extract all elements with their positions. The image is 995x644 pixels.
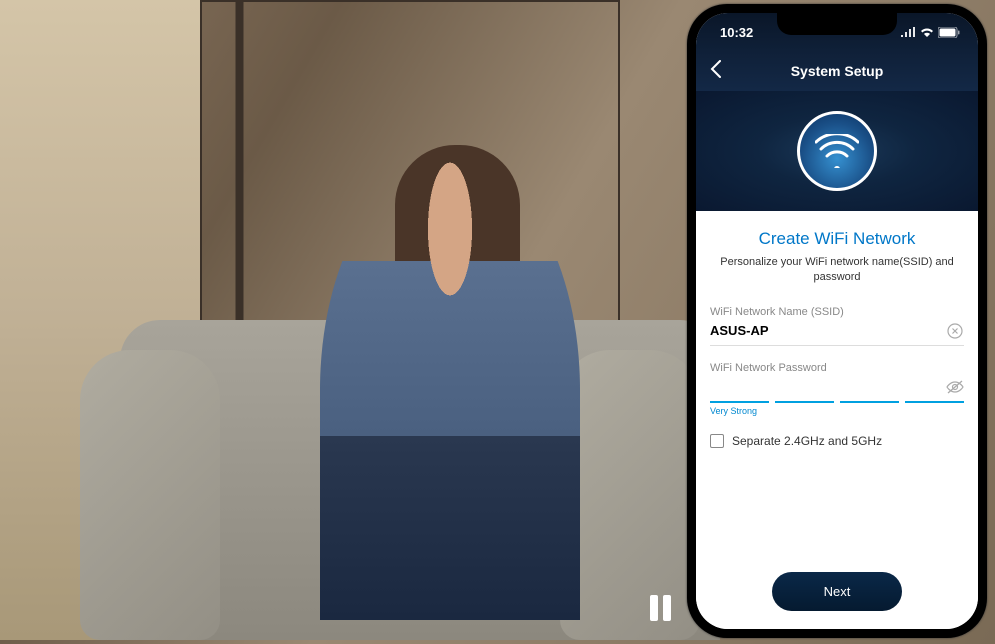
- toggle-password-visibility-button[interactable]: [946, 378, 964, 396]
- status-time: 10:32: [720, 25, 753, 40]
- signal-icon: [901, 27, 916, 37]
- pause-button[interactable]: [650, 595, 672, 621]
- form-title: Create WiFi Network: [710, 229, 964, 249]
- pause-icon: [663, 595, 671, 621]
- password-input-row[interactable]: [710, 378, 964, 401]
- password-input[interactable]: [710, 379, 946, 394]
- hero-banner: [696, 91, 978, 211]
- bg-person: [320, 160, 580, 620]
- bg-sofa-arm: [80, 350, 220, 640]
- password-strength-meter: [710, 401, 964, 403]
- wifi-status-icon: [920, 27, 934, 37]
- next-button[interactable]: Next: [772, 572, 902, 611]
- clear-input-button[interactable]: [946, 322, 964, 340]
- separate-bands-checkbox[interactable]: Separate 2.4GHz and 5GHz: [710, 434, 964, 448]
- battery-icon: [938, 27, 960, 38]
- ssid-input-row[interactable]: [710, 322, 964, 346]
- wifi-icon: [815, 134, 859, 168]
- form-content: Create WiFi Network Personalize your WiF…: [696, 211, 978, 629]
- checkbox-label: Separate 2.4GHz and 5GHz: [732, 434, 882, 448]
- back-button[interactable]: [710, 60, 721, 82]
- strength-segment: [905, 401, 964, 403]
- phone-device-frame: 10:32 System Setup: [687, 4, 987, 638]
- form-subtitle: Personalize your WiFi network name(SSID)…: [710, 255, 964, 286]
- status-icons: [901, 27, 960, 38]
- pause-icon: [650, 595, 658, 621]
- page-title: System Setup: [791, 63, 884, 79]
- strength-segment: [840, 401, 899, 403]
- checkbox-icon: [710, 434, 724, 448]
- bg-sofa-arm: [560, 350, 700, 640]
- password-label: WiFi Network Password: [710, 362, 964, 374]
- strength-segment: [775, 401, 834, 403]
- app-header: System Setup: [696, 51, 978, 91]
- spacer: [710, 448, 964, 572]
- ssid-label: WiFi Network Name (SSID): [710, 306, 964, 318]
- ssid-input[interactable]: [710, 323, 946, 338]
- password-strength-label: Very Strong: [710, 406, 964, 416]
- strength-segment: [710, 401, 769, 403]
- phone-screen: 10:32 System Setup: [696, 13, 978, 629]
- wifi-hero-icon: [797, 111, 877, 191]
- phone-notch: [777, 13, 897, 35]
- chevron-left-icon: [710, 60, 721, 78]
- eye-off-icon: [946, 380, 964, 394]
- clear-icon: [947, 323, 963, 339]
